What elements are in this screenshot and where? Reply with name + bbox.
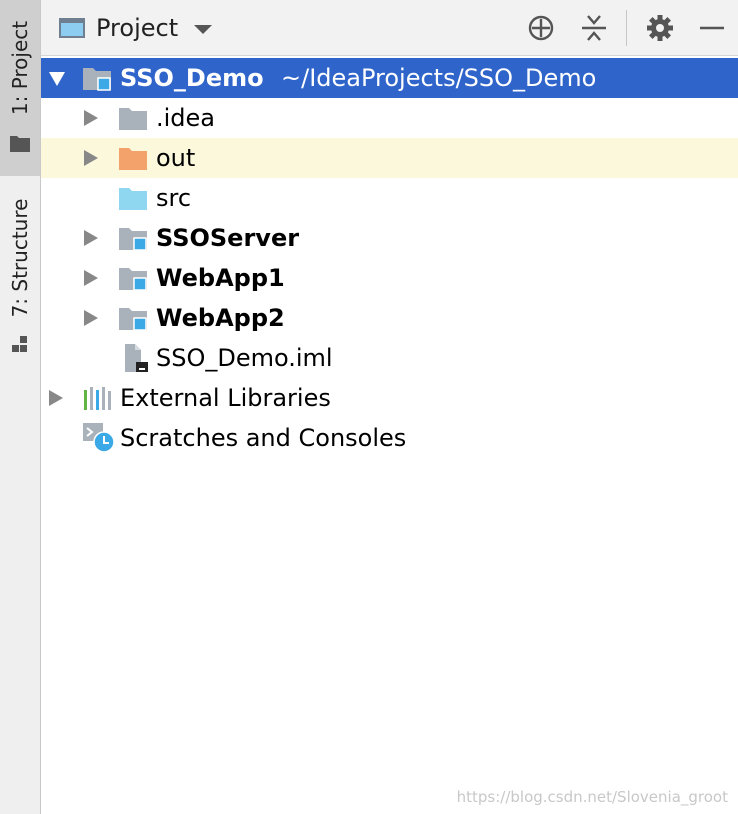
expand-arrow-icon[interactable] xyxy=(84,110,100,126)
tree-item-label: External Libraries xyxy=(120,384,331,412)
tree-row[interactable]: out xyxy=(41,138,738,178)
iml-file-icon xyxy=(121,344,151,372)
tree-item-label: SSOServer xyxy=(156,224,300,252)
tree-row-external-libraries[interactable]: External Libraries xyxy=(41,378,738,418)
source-folder-icon xyxy=(119,186,149,210)
tree-item-label: Scratches and Consoles xyxy=(120,424,407,452)
module-folder-icon xyxy=(119,226,149,251)
root-project-path: ~/IdeaProjects/SSO_Demo xyxy=(281,64,597,92)
tree-item-label: WebApp2 xyxy=(156,304,285,332)
gear-icon[interactable] xyxy=(646,14,674,42)
expand-arrow-icon[interactable] xyxy=(84,310,100,326)
collapse-all-icon[interactable] xyxy=(580,14,608,42)
scratches-icon xyxy=(83,423,115,453)
library-icon xyxy=(83,386,113,410)
tree-row[interactable]: SSOServer xyxy=(41,218,738,258)
project-window-icon xyxy=(59,18,85,38)
expand-arrow-icon[interactable] xyxy=(49,70,65,86)
toolbar-separator xyxy=(626,10,627,46)
module-folder-icon xyxy=(119,266,149,291)
tool-window-strip: 1: Project 7: Structure xyxy=(0,0,41,814)
tree-item-label: out xyxy=(156,144,196,172)
expand-arrow-icon[interactable] xyxy=(49,390,65,406)
side-tab-project[interactable]: 1: Project xyxy=(0,0,40,176)
expand-arrow-icon[interactable] xyxy=(84,270,100,286)
tree-row-scratches[interactable]: Scratches and Consoles xyxy=(41,418,738,458)
tree-item-label: .idea xyxy=(156,104,216,132)
side-tab-structure-label: 7: Structure xyxy=(8,198,32,318)
side-tab-structure[interactable]: 7: Structure xyxy=(0,176,40,366)
view-selector-dropdown[interactable]: Project xyxy=(59,12,213,44)
folder-icon xyxy=(119,106,149,130)
tree-item-label: WebApp1 xyxy=(156,264,285,292)
expand-arrow-icon[interactable] xyxy=(84,150,100,166)
chevron-down-icon xyxy=(194,24,213,34)
project-tree: SSO_Demo ~/IdeaProjects/SSO_Demo .idea o… xyxy=(41,58,738,458)
module-folder-icon xyxy=(119,306,149,331)
folder-icon xyxy=(10,134,30,156)
tree-item-label: src xyxy=(156,184,192,212)
expand-arrow-icon[interactable] xyxy=(84,230,100,246)
root-project-name: SSO_Demo xyxy=(120,64,264,92)
locate-icon[interactable] xyxy=(527,14,555,42)
tree-row[interactable]: src xyxy=(41,178,738,218)
excluded-folder-icon xyxy=(119,146,149,170)
project-toolbar: Project xyxy=(41,0,738,56)
tree-row[interactable]: SSO_Demo.iml xyxy=(41,338,738,378)
watermark: https://blog.csdn.net/Slovenia_groot xyxy=(456,788,728,806)
tree-row[interactable]: WebApp2 xyxy=(41,298,738,338)
tree-row[interactable]: .idea xyxy=(41,98,738,138)
tree-row-root[interactable]: SSO_Demo ~/IdeaProjects/SSO_Demo xyxy=(41,58,738,98)
minimize-icon[interactable] xyxy=(698,14,726,42)
tree-row[interactable]: WebApp1 xyxy=(41,258,738,298)
module-folder-icon xyxy=(83,66,113,91)
tree-item-label: SSO_Demo.iml xyxy=(156,344,333,372)
side-tab-project-label: 1: Project xyxy=(8,20,32,116)
structure-icon xyxy=(10,334,30,358)
view-title: Project xyxy=(96,14,179,42)
